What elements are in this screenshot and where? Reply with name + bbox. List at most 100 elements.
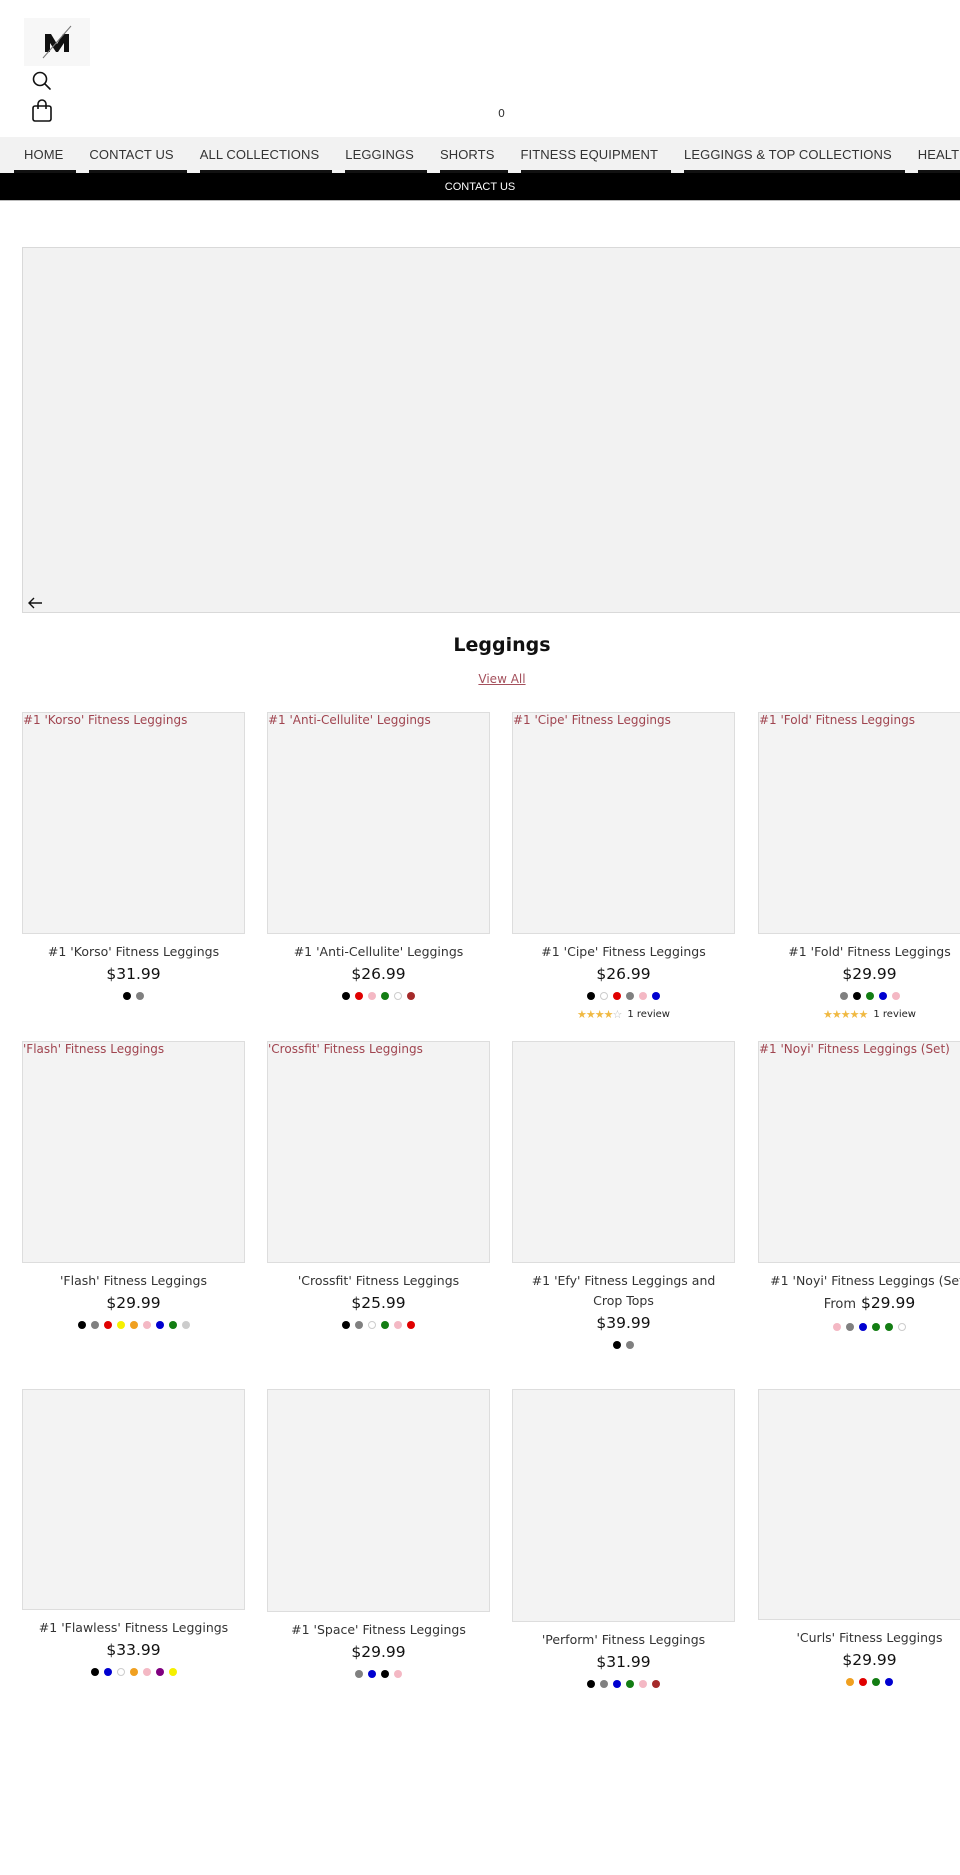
color-swatch[interactable] [613, 1341, 621, 1349]
product-image[interactable]: #1 'Anti-Cellulite' Leggings [267, 712, 490, 934]
color-swatch[interactable] [898, 1323, 906, 1331]
product-image[interactable] [267, 1389, 490, 1612]
color-swatch[interactable] [846, 1323, 854, 1331]
color-swatch[interactable] [123, 992, 131, 1000]
color-swatch[interactable] [626, 1341, 634, 1349]
product-title[interactable]: 'Perform' Fitness Leggings [512, 1630, 735, 1650]
color-swatch[interactable] [381, 1321, 389, 1329]
color-swatch[interactable] [77, 1321, 86, 1329]
color-swatch[interactable] [652, 992, 660, 1000]
color-swatch[interactable] [885, 1323, 893, 1331]
product-image[interactable]: #1 'Noyi' Fitness Leggings (Set) [758, 1041, 960, 1263]
nav-item-home[interactable]: HOME [0, 137, 77, 173]
product-title[interactable]: #1 'Korso' Fitness Leggings [22, 942, 245, 962]
color-swatch[interactable] [342, 992, 350, 1000]
nav-item-shorts[interactable]: SHORTS [427, 137, 508, 173]
color-swatch[interactable] [155, 1321, 164, 1329]
product-image[interactable]: #1 'Fold' Fitness Leggings [758, 712, 960, 934]
dropdown-link-contact-us[interactable]: CONTACT US [445, 181, 516, 193]
color-swatch[interactable] [381, 992, 389, 1000]
color-swatch[interactable] [368, 1321, 376, 1329]
product-image[interactable]: 'Flash' Fitness Leggings [22, 1041, 245, 1263]
color-swatch[interactable] [103, 1321, 112, 1329]
color-swatch[interactable] [639, 1680, 647, 1688]
color-swatch[interactable] [891, 992, 900, 1000]
hero-slideshow[interactable] [22, 247, 960, 613]
color-swatch[interactable] [600, 1680, 608, 1688]
search-button[interactable] [30, 69, 54, 93]
color-swatch[interactable] [613, 992, 621, 1000]
color-swatch[interactable] [652, 1680, 660, 1688]
color-swatch[interactable] [394, 1670, 402, 1678]
product-rating[interactable]: ★★★★☆ 1 review [512, 1008, 735, 1021]
color-swatch[interactable] [381, 1670, 389, 1678]
product-title[interactable]: 'Crossfit' Fitness Leggings [267, 1271, 490, 1291]
product-title[interactable]: #1 'Anti-Cellulite' Leggings [267, 942, 490, 962]
product-title[interactable]: #1 'Fold' Fitness Leggings [758, 942, 960, 962]
slideshow-prev-button[interactable] [25, 594, 45, 612]
view-all-link[interactable]: View All [478, 672, 525, 686]
color-swatch[interactable] [355, 1321, 363, 1329]
nav-item-leggings-top-collections[interactable]: LEGGINGS & TOP COLLECTIONS [671, 137, 905, 173]
color-swatch[interactable] [833, 1323, 841, 1331]
product-title[interactable]: #1 'Cipe' Fitness Leggings [512, 942, 735, 962]
product-image[interactable] [22, 1389, 245, 1610]
color-swatch[interactable] [103, 1668, 112, 1676]
color-swatch[interactable] [878, 992, 887, 1000]
product-title[interactable]: 'Flash' Fitness Leggings [22, 1271, 245, 1291]
color-swatch[interactable] [342, 1321, 350, 1329]
product-title[interactable]: #1 'Space' Fitness Leggings [267, 1620, 490, 1640]
color-swatch[interactable] [355, 1670, 363, 1678]
color-swatch[interactable] [394, 1321, 402, 1329]
product-title[interactable]: #1 'Noyi' Fitness Leggings (Set) [758, 1271, 960, 1291]
color-swatch[interactable] [885, 1678, 893, 1686]
color-swatch[interactable] [859, 1678, 867, 1686]
product-image[interactable] [512, 1041, 735, 1263]
color-swatch[interactable] [872, 1678, 880, 1686]
color-swatch[interactable] [129, 1668, 138, 1676]
color-swatch[interactable] [407, 992, 415, 1000]
color-swatch[interactable] [116, 1668, 125, 1676]
product-image[interactable] [512, 1389, 735, 1622]
color-swatch[interactable] [639, 992, 647, 1000]
product-image[interactable]: #1 'Korso' Fitness Leggings [22, 712, 245, 934]
color-swatch[interactable] [168, 1668, 177, 1676]
color-swatch[interactable] [846, 1678, 854, 1686]
color-swatch[interactable] [355, 992, 363, 1000]
product-image[interactable] [758, 1389, 960, 1620]
product-image[interactable]: 'Crossfit' Fitness Leggings [267, 1041, 490, 1263]
color-swatch[interactable] [407, 1321, 415, 1329]
color-swatch[interactable] [368, 1670, 376, 1678]
color-swatch[interactable] [394, 992, 402, 1000]
color-swatch[interactable] [136, 992, 144, 1000]
cart-button[interactable] [30, 99, 54, 123]
color-swatch[interactable] [587, 1680, 595, 1688]
color-swatch[interactable] [90, 1321, 99, 1329]
color-swatch[interactable] [142, 1668, 151, 1676]
color-swatch[interactable] [168, 1321, 177, 1329]
color-swatch[interactable] [587, 992, 595, 1000]
color-swatch[interactable] [865, 992, 874, 1000]
color-swatch[interactable] [368, 992, 376, 1000]
color-swatch[interactable] [613, 1680, 621, 1688]
color-swatch[interactable] [116, 1321, 125, 1329]
color-swatch[interactable] [90, 1668, 99, 1676]
nav-item-fitness-equipment[interactable]: FITNESS EQUIPMENT [508, 137, 672, 173]
color-swatch[interactable] [155, 1668, 164, 1676]
product-title[interactable]: #1 'Efy' Fitness Leggings and Crop Tops [512, 1271, 735, 1311]
color-swatch[interactable] [872, 1323, 880, 1331]
color-swatch[interactable] [839, 992, 848, 1000]
color-swatch[interactable] [181, 1321, 190, 1329]
color-swatch[interactable] [129, 1321, 138, 1329]
nav-item-health-beauty[interactable]: HEALTH & BEAUTY [905, 137, 960, 173]
nav-item-all-collections[interactable]: ALL COLLECTIONS [187, 137, 333, 173]
color-swatch[interactable] [859, 1323, 867, 1331]
color-swatch[interactable] [852, 992, 861, 1000]
product-image[interactable]: #1 'Cipe' Fitness Leggings [512, 712, 735, 934]
color-swatch[interactable] [626, 992, 634, 1000]
color-swatch[interactable] [600, 992, 608, 1000]
color-swatch[interactable] [626, 1680, 634, 1688]
product-rating[interactable]: ★★★★★ 1 review [758, 1008, 960, 1021]
site-logo[interactable] [24, 18, 90, 66]
product-title[interactable]: #1 'Flawless' Fitness Leggings [22, 1618, 245, 1638]
